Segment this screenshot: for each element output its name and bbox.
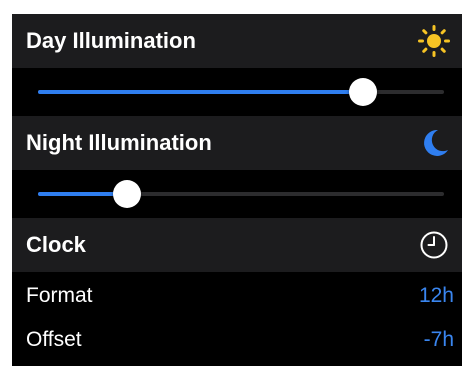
day-slider-thumb[interactable] (348, 78, 377, 106)
day-illumination-slider[interactable] (38, 78, 444, 106)
night-illumination-header: Night Illumination (12, 116, 462, 170)
night-illumination-slider[interactable] (38, 180, 444, 208)
clock-offset-value[interactable]: -7h (424, 318, 454, 362)
clock-offset-row[interactable]: Offset -7h (12, 318, 462, 362)
moon-icon (416, 125, 452, 161)
clock-format-label: Format (26, 284, 93, 307)
day-illumination-slider-row (12, 68, 462, 116)
clock-format-row[interactable]: Format 12h (12, 274, 462, 318)
clock-icon (416, 227, 452, 263)
day-illumination-header: Day Illumination (12, 14, 462, 68)
clock-format-value[interactable]: 12h (419, 274, 454, 318)
night-illumination-title: Night Illumination (26, 130, 212, 155)
night-illumination-slider-row (12, 170, 462, 218)
clock-header: Clock (12, 218, 462, 272)
day-slider-fill (38, 90, 363, 94)
sun-icon (416, 23, 452, 59)
clock-offset-label: Offset (26, 328, 82, 351)
settings-panel: Day Illumination Night Illumination Cloc… (12, 14, 462, 366)
day-illumination-title: Day Illumination (26, 28, 196, 53)
night-slider-thumb[interactable] (113, 180, 142, 208)
clock-title: Clock (26, 232, 86, 257)
